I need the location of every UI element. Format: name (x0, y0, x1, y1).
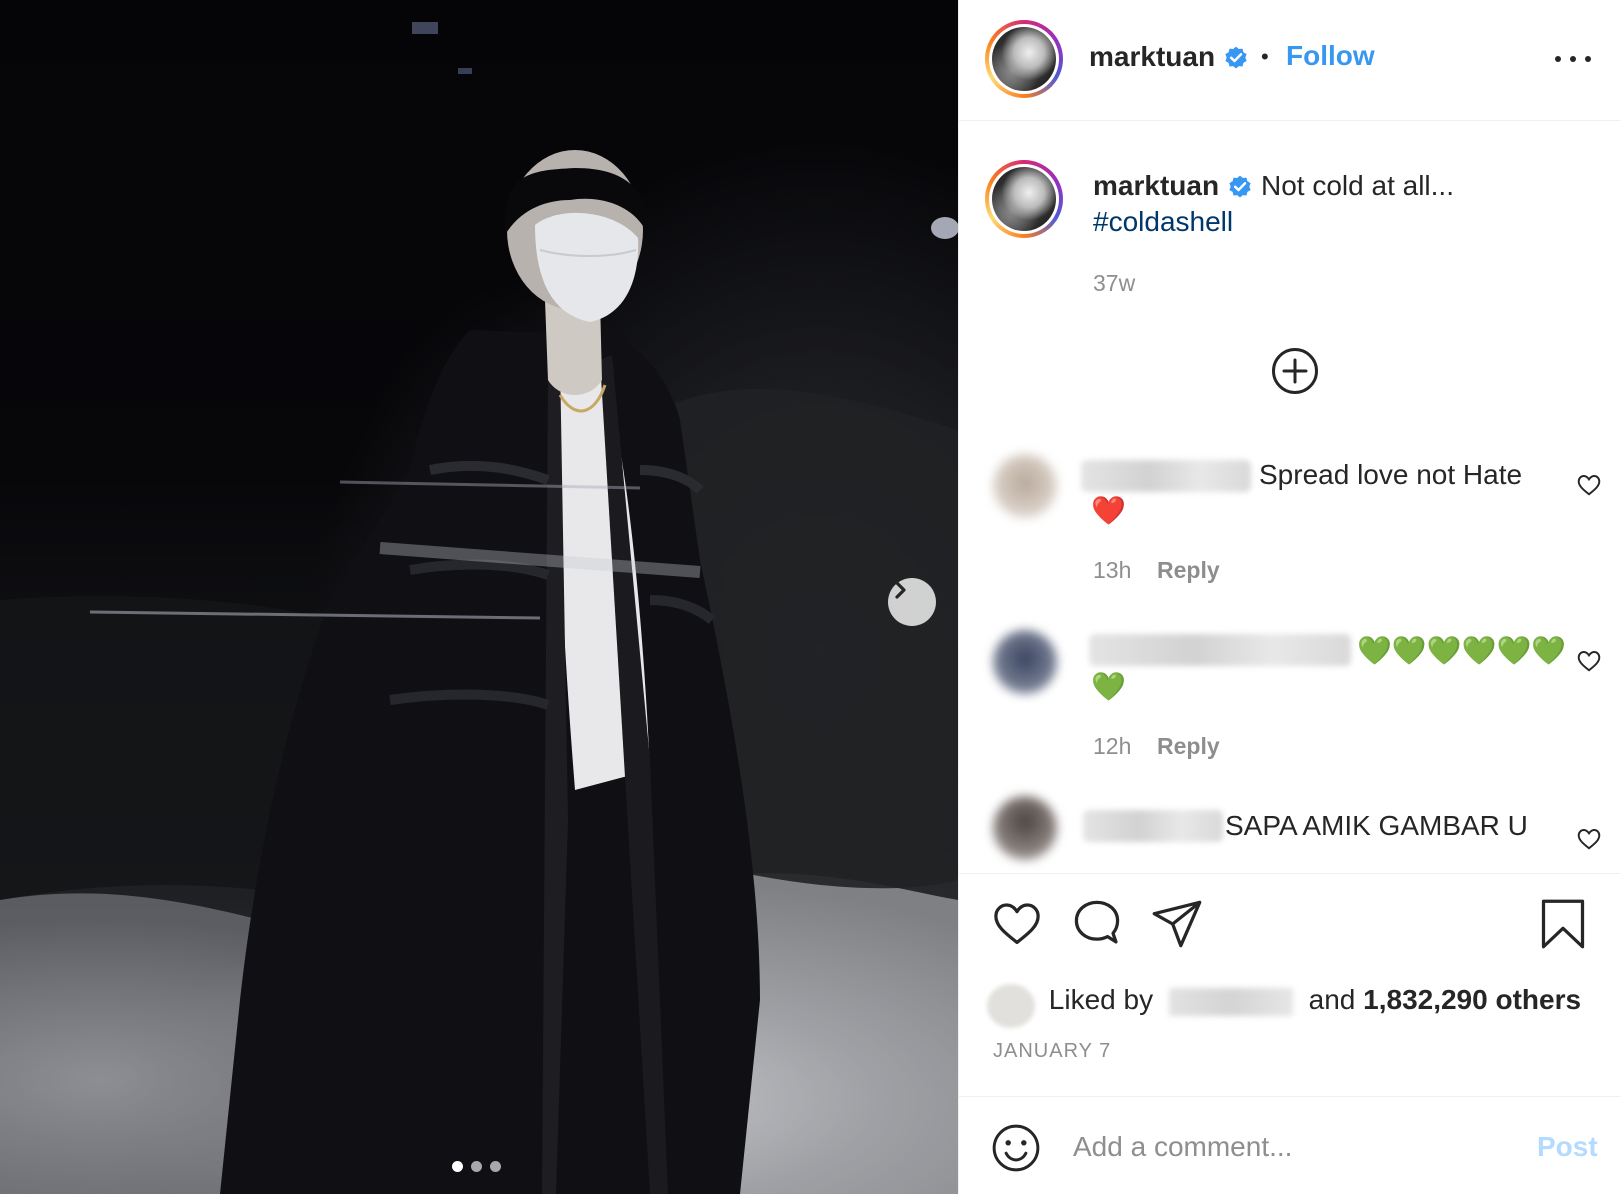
post-header: marktuan • Follow (959, 0, 1620, 121)
likes-summary[interactable]: Liked by and 1,832,290 others (987, 984, 1581, 1016)
plus-circle-icon[interactable] (1271, 347, 1319, 395)
post-photo[interactable] (0, 0, 958, 1194)
comment-emoji: ❤️ (1091, 495, 1126, 526)
smiley-icon[interactable] (991, 1123, 1041, 1173)
commenter-avatar[interactable] (993, 796, 1057, 860)
photo-scene (0, 22, 958, 1194)
caption-age: 37w (1093, 270, 1136, 296)
header-separator: • (1261, 44, 1269, 69)
slide-dot[interactable] (471, 1161, 482, 1172)
commenter-username[interactable] (1083, 810, 1223, 842)
post-side-panel: marktuan • Follow marktuan Not cold at a… (958, 0, 1620, 1194)
caption-text: Not cold at all... (1261, 170, 1454, 201)
liked-by-label: Liked by (1048, 984, 1154, 1015)
liker-username[interactable] (1168, 987, 1293, 1016)
post-comment-button[interactable]: Post (1537, 1131, 1598, 1163)
comment-text: Spread love not Hate (1259, 459, 1523, 490)
comment-emoji: 💚 (1091, 671, 1126, 702)
more-options-icon[interactable] (1555, 44, 1591, 74)
commenter-avatar[interactable] (993, 454, 1057, 518)
commenter-username[interactable] (1081, 460, 1251, 492)
caption-hashtag[interactable]: #coldashell (1093, 206, 1233, 238)
add-comment-bar: Post (959, 1096, 1620, 1194)
commenter-avatar[interactable] (993, 630, 1057, 694)
comment-text: 💚💚💚💚💚💚 (1357, 635, 1567, 666)
chevron-right-icon (895, 581, 906, 599)
caption-username[interactable]: marktuan (1093, 170, 1219, 202)
slide-indicator (452, 1161, 501, 1172)
next-slide-button[interactable] (888, 578, 936, 626)
bookmark-icon[interactable] (1537, 898, 1589, 950)
verified-badge-icon (1225, 46, 1247, 69)
likes-count[interactable]: 1,832,290 others (1363, 984, 1581, 1015)
follow-button[interactable]: Follow (1286, 40, 1375, 72)
heart-icon[interactable] (1576, 648, 1602, 674)
author-username[interactable]: marktuan (1089, 41, 1215, 73)
verified-badge-icon (1229, 175, 1251, 198)
slide-dot[interactable] (452, 1161, 463, 1172)
likes-and-label: and (1308, 984, 1356, 1015)
heart-icon[interactable] (991, 898, 1043, 950)
action-bar (959, 873, 1620, 874)
comment-time: 13h (1093, 557, 1132, 583)
reply-button[interactable]: Reply (1157, 557, 1220, 584)
comment-bubble-icon[interactable] (1071, 898, 1123, 950)
slide-dot[interactable] (490, 1161, 501, 1172)
post-viewer: marktuan • Follow marktuan Not cold at a… (0, 0, 1620, 1194)
author-avatar[interactable] (985, 20, 1063, 98)
comment-time: 12h (1093, 733, 1132, 759)
commenter-username[interactable] (1089, 634, 1351, 666)
comment-text: SAPA AMIK GAMBAR U (1225, 810, 1528, 841)
caption-author-avatar[interactable] (985, 160, 1063, 238)
comment-input[interactable] (1071, 1121, 1495, 1173)
post-date: JANUARY 7 (993, 1040, 1112, 1062)
reply-button[interactable]: Reply (1157, 733, 1220, 760)
heart-icon[interactable] (1576, 826, 1602, 852)
heart-icon[interactable] (1576, 472, 1602, 498)
paper-plane-icon[interactable] (1151, 898, 1203, 950)
